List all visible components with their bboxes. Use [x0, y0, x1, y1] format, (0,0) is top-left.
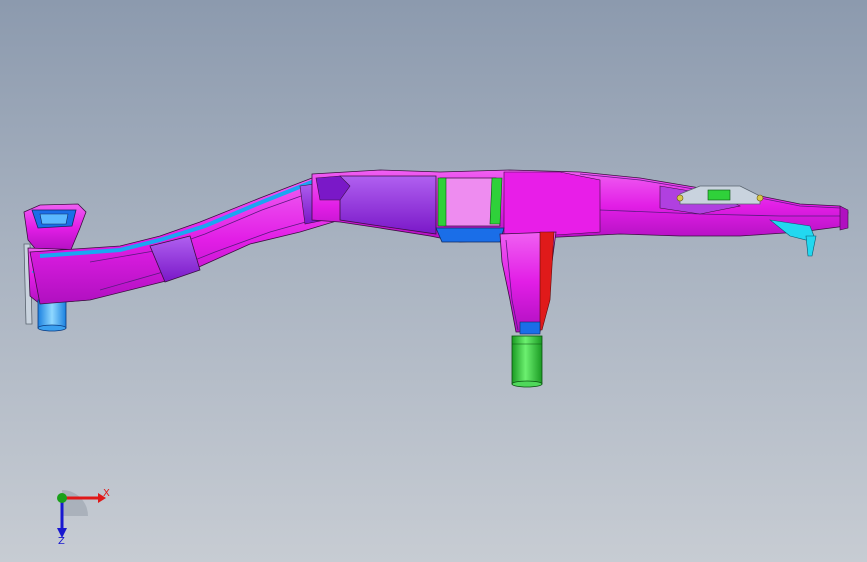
left-arm — [29, 175, 341, 305]
x-axis-label: X — [103, 488, 110, 499]
triad-quarter-disc — [62, 490, 88, 516]
subframe-model[interactable] — [0, 0, 867, 562]
left-bushing — [37, 299, 67, 332]
vertical-post — [499, 231, 557, 335]
cad-viewport[interactable]: X Z — [0, 0, 867, 562]
center-pocket — [435, 177, 505, 243]
green-bushing — [511, 335, 543, 388]
axis-triad: X Z — [57, 488, 110, 546]
center-beam — [311, 169, 849, 243]
y-axis-dot — [57, 493, 67, 503]
z-axis-label: Z — [58, 536, 65, 546]
